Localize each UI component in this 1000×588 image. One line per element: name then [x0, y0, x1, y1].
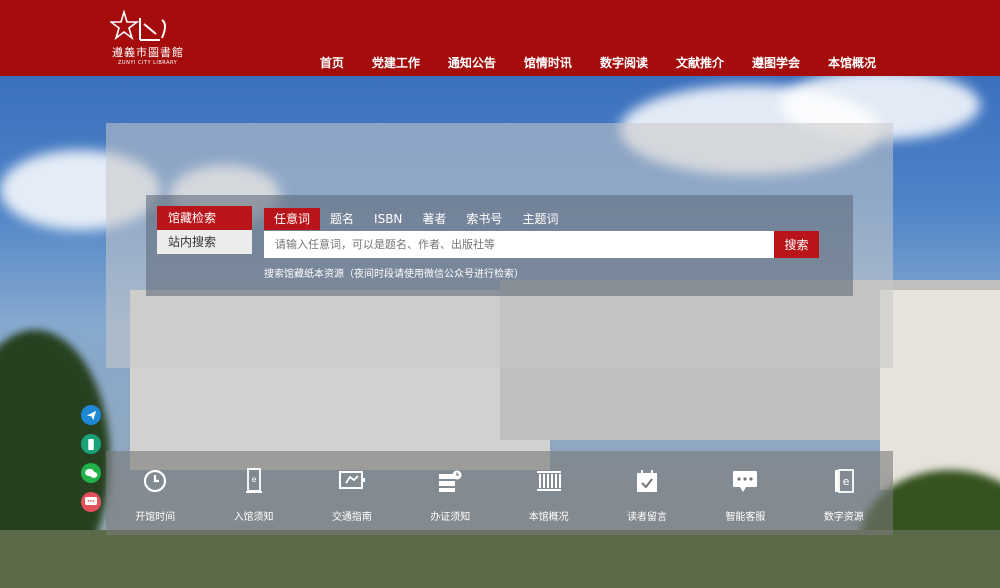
quick-link-label: 读者留言	[627, 512, 668, 523]
nav-society[interactable]: 遵图学会	[738, 54, 814, 71]
quick-link-transport[interactable]: 交通指南	[303, 451, 401, 535]
site-header: 遵義市圖書館 ZUNYI CITY LIBRARY 首页 党建工作 通知公告 馆…	[0, 0, 1000, 76]
tab-site-search[interactable]: 站内搜索	[157, 230, 252, 254]
message-icon[interactable]	[81, 492, 101, 512]
wechat-icon[interactable]	[81, 463, 101, 483]
quick-link-entry-notice[interactable]: e 入馆须知	[204, 451, 302, 535]
building-icon	[536, 468, 562, 494]
quick-link-label: 本馆概况	[528, 512, 569, 523]
search-hint: 搜索馆藏纸本资源（夜间时段请使用微信公众号进行检索）	[264, 269, 524, 280]
app-icon[interactable]	[81, 434, 101, 454]
field-tab-title[interactable]: 题名	[320, 208, 364, 230]
search-box: 馆藏检索 站内搜索 任意词 题名 ISBN 著者 索书号 主题词 搜索 搜索馆藏…	[146, 195, 853, 296]
search-type-tabs: 馆藏检索 站内搜索	[157, 206, 252, 254]
quick-link-card-notice[interactable]: 办证须知	[401, 451, 499, 535]
field-tab-subject[interactable]: 主题词	[512, 208, 568, 230]
tab-catalog-search[interactable]: 馆藏检索	[157, 206, 252, 230]
quick-link-label: 智能客服	[725, 512, 766, 523]
quick-link-smart-service[interactable]: 智能客服	[696, 451, 794, 535]
clock-icon	[142, 468, 168, 494]
main-nav: 首页 党建工作 通知公告 馆情时讯 数字阅读 文献推介 遵图学会 本馆概况	[306, 54, 890, 71]
calendar-check-icon	[634, 468, 660, 494]
nav-recommendations[interactable]: 文献推介	[662, 54, 738, 71]
svg-text:e: e	[842, 475, 849, 488]
library-logo[interactable]: 遵義市圖書館 ZUNYI CITY LIBRARY	[110, 10, 188, 68]
quick-link-digital-resources[interactable]: e 数字资源	[795, 451, 893, 535]
quick-link-label: 办证须知	[430, 512, 471, 523]
quick-link-label: 交通指南	[331, 512, 372, 523]
transport-icon	[338, 468, 365, 494]
quick-link-label: 入馆须知	[233, 512, 274, 523]
quick-link-about[interactable]: 本馆概况	[500, 451, 598, 535]
telegram-icon[interactable]	[81, 405, 101, 425]
quick-link-label: 开馆时间	[135, 512, 176, 523]
search-field-tabs: 任意词 题名 ISBN 著者 索书号 主题词	[264, 208, 568, 230]
nav-news[interactable]: 馆情时讯	[510, 54, 586, 71]
field-tab-any[interactable]: 任意词	[264, 208, 321, 230]
nav-notices[interactable]: 通知公告	[434, 54, 510, 71]
nav-home[interactable]: 首页	[306, 54, 358, 71]
field-tab-isbn[interactable]: ISBN	[364, 208, 412, 230]
quick-link-messages[interactable]: 读者留言	[598, 451, 696, 535]
quick-link-label: 数字资源	[823, 512, 864, 523]
logo-name: 遵義市圖書館	[112, 46, 184, 59]
quick-links-bar: 开馆时间 e 入馆须知 交通指南 办证须知 本馆概况 读者留言 智能客服 e 数…	[106, 451, 893, 535]
ebook-icon: e	[831, 468, 857, 494]
field-tab-author[interactable]: 著者	[412, 208, 456, 230]
chat-icon	[732, 468, 758, 494]
svg-text:e: e	[251, 475, 256, 484]
quick-link-opening-hours[interactable]: 开馆时间	[106, 451, 204, 535]
nav-party-work[interactable]: 党建工作	[358, 54, 434, 71]
field-tab-callno[interactable]: 索书号	[456, 208, 512, 230]
door-icon: e	[241, 468, 267, 494]
nav-about[interactable]: 本馆概况	[814, 54, 890, 71]
search-button[interactable]: 搜索	[774, 231, 819, 258]
nav-digital-reading[interactable]: 数字阅读	[586, 54, 662, 71]
floating-share-icons	[81, 405, 101, 521]
logo-subtitle: ZUNYI CITY LIBRARY	[118, 60, 178, 66]
card-icon	[437, 468, 463, 494]
search-input[interactable]	[264, 231, 774, 258]
